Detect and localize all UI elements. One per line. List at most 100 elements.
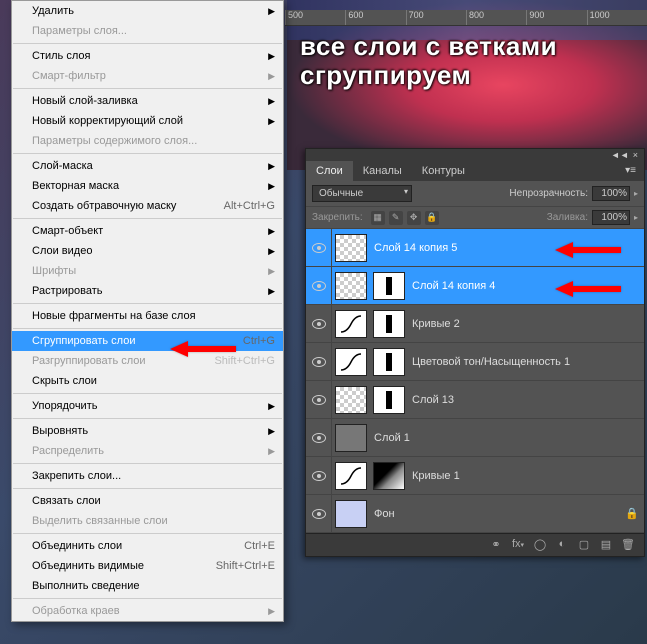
- menu-item[interactable]: Слой-маска▶: [12, 156, 283, 176]
- menu-item[interactable]: Стиль слоя ▶: [12, 46, 283, 66]
- menu-item: Выделить связанные слои: [12, 511, 283, 531]
- lock-transparency-icon[interactable]: ▦: [371, 211, 385, 225]
- layer-name-label: Кривые 1: [408, 470, 644, 482]
- opacity-flyout-icon[interactable]: ▸: [634, 189, 638, 198]
- submenu-arrow-icon: ▶: [268, 226, 275, 237]
- lock-pixels-icon[interactable]: ✎: [389, 211, 403, 225]
- layer-visibility-toggle[interactable]: [306, 419, 332, 456]
- delete-layer-icon[interactable]: 🗑: [620, 538, 636, 552]
- menu-item[interactable]: Закрепить слои...: [12, 466, 283, 486]
- submenu-arrow-icon: ▶: [268, 401, 275, 412]
- layer-thumbnail[interactable]: [373, 310, 405, 338]
- panel-collapse-icon[interactable]: ◄◄: [611, 150, 629, 160]
- layer-thumbnail[interactable]: [335, 386, 367, 414]
- menu-item: Шрифты▶: [12, 261, 283, 281]
- layer-thumbnail[interactable]: [335, 234, 367, 262]
- submenu-arrow-icon: ▶: [268, 71, 275, 82]
- link-layers-icon[interactable]: ⚭: [488, 538, 504, 552]
- eye-icon: [312, 433, 326, 443]
- layer-row[interactable]: Фон🔒: [306, 495, 644, 533]
- submenu-arrow-icon: ▶: [268, 246, 275, 257]
- submenu-arrow-icon: ▶: [268, 446, 275, 457]
- menu-item-label: Параметры содержимого слоя...: [32, 135, 197, 147]
- layer-row[interactable]: Кривые 2: [306, 305, 644, 343]
- menu-item[interactable]: Объединить слоиCtrl+E: [12, 536, 283, 556]
- layer-visibility-toggle[interactable]: [306, 457, 332, 494]
- layer-visibility-toggle[interactable]: [306, 381, 332, 418]
- layers-panel-footer: ⚭ fx▾ ◯ ◐ ▢ ▤ 🗑: [306, 533, 644, 556]
- layer-row[interactable]: Кривые 1: [306, 457, 644, 495]
- panel-tabs: СлоиКаналыКонтуры ▾≡: [306, 161, 644, 181]
- menu-item[interactable]: Выровнять▶: [12, 421, 283, 441]
- menu-item-label: Векторная маска: [32, 180, 119, 192]
- menu-item[interactable]: Создать обтравочную маскуAlt+Ctrl+G: [12, 196, 283, 216]
- layer-visibility-toggle[interactable]: [306, 267, 332, 304]
- layer-thumbnail[interactable]: [373, 348, 405, 376]
- layer-visibility-toggle[interactable]: [306, 343, 332, 380]
- layer-thumbnail[interactable]: [373, 462, 405, 490]
- blend-mode-dropdown[interactable]: Обычные: [312, 185, 412, 202]
- fill-flyout-icon[interactable]: ▸: [634, 213, 638, 222]
- fill-input[interactable]: 100%: [592, 210, 630, 225]
- menu-item[interactable]: Новые фрагменты на базе слоя: [12, 306, 283, 326]
- menu-item: Параметры содержимого слоя...: [12, 131, 283, 151]
- panel-tab[interactable]: Каналы: [353, 161, 412, 181]
- panel-close-icon[interactable]: ×: [633, 150, 638, 160]
- menu-item[interactable]: Новый слой-заливка▶: [12, 91, 283, 111]
- menu-item[interactable]: Векторная маска▶: [12, 176, 283, 196]
- menu-item-label: Стиль слоя: [32, 50, 90, 62]
- panel-tab[interactable]: Слои: [306, 161, 353, 181]
- ruler-mark: 600: [345, 10, 405, 25]
- menu-item[interactable]: Выполнить сведение: [12, 576, 283, 596]
- menu-item[interactable]: Связать слои: [12, 491, 283, 511]
- menu-item[interactable]: Упорядочить▶: [12, 396, 283, 416]
- menu-item[interactable]: Удалить▶: [12, 1, 283, 21]
- ruler-mark: 800: [466, 10, 526, 25]
- layer-thumbnail[interactable]: [335, 462, 367, 490]
- layer-visibility-toggle[interactable]: [306, 495, 332, 532]
- eye-icon: [312, 509, 326, 519]
- menu-item[interactable]: Скрыть слои: [12, 371, 283, 391]
- menu-item: Параметры слоя...: [12, 21, 283, 41]
- panel-tab[interactable]: Контуры: [412, 161, 475, 181]
- new-layer-icon[interactable]: ▤: [598, 538, 614, 552]
- menu-divider: [13, 463, 282, 464]
- layer-thumbnail[interactable]: [335, 348, 367, 376]
- layer-row[interactable]: Слой 1: [306, 419, 644, 457]
- layer-row[interactable]: Цветовой тон/Насыщенность 1: [306, 343, 644, 381]
- layer-thumbnail[interactable]: [335, 310, 367, 338]
- menu-item-label: Обработка краев: [32, 605, 120, 617]
- submenu-arrow-icon: ▶: [268, 266, 275, 277]
- lock-all-icon[interactable]: 🔒: [425, 211, 439, 225]
- layer-row[interactable]: Слой 13: [306, 381, 644, 419]
- menu-item[interactable]: Сгруппировать слоиCtrl+G: [12, 331, 283, 351]
- layer-thumbnail[interactable]: [335, 424, 367, 452]
- layer-style-icon[interactable]: fx▾: [510, 538, 526, 552]
- menu-item[interactable]: Растрировать▶: [12, 281, 283, 301]
- layer-thumbnail[interactable]: [335, 272, 367, 300]
- lock-icons: ▦ ✎ ✥ 🔒: [371, 211, 439, 225]
- menu-item[interactable]: Слои видео▶: [12, 241, 283, 261]
- opacity-input[interactable]: 100%: [592, 186, 630, 201]
- layer-thumbnail[interactable]: [335, 500, 367, 528]
- menu-divider: [13, 328, 282, 329]
- panel-menu-icon[interactable]: ▾≡: [617, 161, 644, 181]
- lock-position-icon[interactable]: ✥: [407, 211, 421, 225]
- layer-visibility-toggle[interactable]: [306, 305, 332, 342]
- adjustment-layer-icon[interactable]: ◐: [554, 538, 570, 552]
- menu-item-label: Выполнить сведение: [32, 580, 140, 592]
- menu-item-label: Новые фрагменты на базе слоя: [32, 310, 196, 322]
- layer-context-menu[interactable]: Удалить▶Параметры слоя...Стиль слоя▶Смар…: [11, 0, 284, 622]
- menu-item[interactable]: Объединить видимыеShift+Ctrl+E: [12, 556, 283, 576]
- submenu-arrow-icon: ▶: [268, 51, 275, 62]
- menu-item[interactable]: Новый корректирующий слой▶: [12, 111, 283, 131]
- layer-thumbnail[interactable]: [373, 272, 405, 300]
- layer-name-label: Слой 1: [370, 432, 644, 444]
- menu-divider: [13, 43, 282, 44]
- new-group-icon[interactable]: ▢: [576, 538, 592, 552]
- add-mask-icon[interactable]: ◯: [532, 538, 548, 552]
- menu-item[interactable]: Смарт-объект▶: [12, 221, 283, 241]
- overlay-line-2: сгруппируем: [300, 61, 557, 90]
- layer-thumbnail[interactable]: [373, 386, 405, 414]
- layer-visibility-toggle[interactable]: [306, 229, 332, 266]
